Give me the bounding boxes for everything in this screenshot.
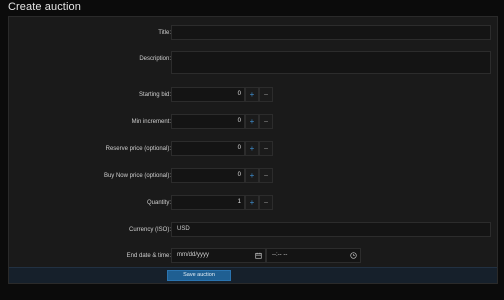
end-datetime-label: End date & time: [126,253,171,259]
quantity-decrement-button[interactable]: − [259,195,273,210]
starting-bid-increment-button[interactable]: + [245,87,259,102]
reserve-price-row: Reserve price (optional): 0 + − [9,141,497,157]
reserve-price-input[interactable]: 0 [171,141,245,156]
title-label: Title: [158,30,171,36]
description-label: Description: [139,56,171,62]
min-increment-label: Min increment: [131,119,171,125]
end-date-input[interactable]: mm/dd/yyyy [171,248,266,263]
quantity-input[interactable]: 1 [171,195,245,210]
title-row: Title: [9,25,497,41]
title-input[interactable] [171,25,491,40]
end-datetime-row: End date & time: mm/dd/yyyy --:-- -- [9,248,497,264]
currency-row: Currency (ISO): USD [9,222,497,238]
end-time-input[interactable]: --:-- -- [266,248,361,263]
form-footer: Save auction [9,267,497,283]
clock-icon[interactable] [350,252,357,259]
buy-now-price-decrement-button[interactable]: − [259,168,273,183]
min-increment-decrement-button[interactable]: − [259,114,273,129]
buy-now-price-increment-button[interactable]: + [245,168,259,183]
quantity-increment-button[interactable]: + [245,195,259,210]
description-row: Description: [9,51,497,75]
create-auction-form: Title: Description: Starting bid: 0 + − … [8,16,498,284]
buy-now-price-input[interactable]: 0 [171,168,245,183]
min-increment-row: Min increment: 0 + − [9,114,497,130]
buy-now-price-row: Buy Now price (optional): 0 + − [9,168,497,184]
starting-bid-input[interactable]: 0 [171,87,245,102]
save-auction-button[interactable]: Save auction [167,270,231,281]
min-increment-input[interactable]: 0 [171,114,245,129]
end-date-placeholder: mm/dd/yyyy [177,252,210,258]
starting-bid-decrement-button[interactable]: − [259,87,273,102]
calendar-icon[interactable] [255,252,262,259]
currency-label: Currency (ISO): [128,227,171,233]
reserve-price-decrement-button[interactable]: − [259,141,273,156]
buy-now-price-label: Buy Now price (optional): [103,173,171,179]
description-textarea[interactable] [171,51,491,74]
reserve-price-label: Reserve price (optional): [105,146,171,152]
end-time-placeholder: --:-- -- [272,252,288,258]
page-title: Create auction [8,1,81,13]
quantity-label: Quantity: [146,200,171,206]
min-increment-increment-button[interactable]: + [245,114,259,129]
quantity-row: Quantity: 1 + − [9,195,497,211]
starting-bid-label: Starting bid: [138,92,171,98]
currency-input[interactable]: USD [171,222,491,237]
starting-bid-row: Starting bid: 0 + − [9,87,497,103]
reserve-price-increment-button[interactable]: + [245,141,259,156]
